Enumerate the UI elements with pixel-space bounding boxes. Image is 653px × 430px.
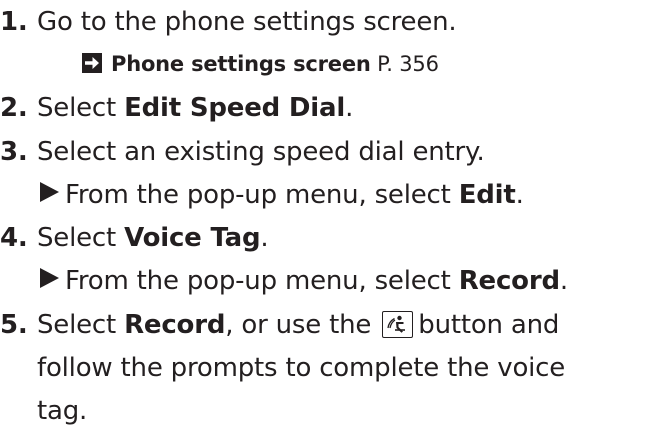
step-1: 1. Go to the phone settings screen. bbox=[0, 4, 457, 40]
step-4: 4. Select Voice Tag. bbox=[0, 220, 269, 256]
step-text-prefix: Select bbox=[37, 223, 125, 253]
reference-page: P. 356 bbox=[377, 52, 439, 76]
step-1-reference[interactable]: Phone settings screen P. 356 bbox=[82, 46, 439, 82]
reference-title[interactable]: Phone settings screen bbox=[111, 52, 371, 76]
step-text-middle: , or use the bbox=[225, 310, 372, 340]
step-number: 2. bbox=[0, 93, 28, 123]
substep-prefix: From the pop-up menu, select bbox=[65, 180, 459, 210]
step-5-line-2: follow the prompts to complete the voice bbox=[37, 353, 566, 383]
step-number: 5. bbox=[0, 310, 28, 340]
substep-menu-item: Record bbox=[458, 266, 560, 296]
substep-menu-item: Edit bbox=[458, 180, 516, 210]
step-text-suffix: . bbox=[260, 223, 269, 253]
step-text-prefix: Select bbox=[37, 93, 125, 123]
step-3-substep: From the pop-up menu, select Edit. bbox=[37, 177, 524, 213]
substep-prefix: From the pop-up menu, select bbox=[65, 266, 459, 296]
step-text-prefix: Select bbox=[37, 310, 125, 340]
step-menu-item: Edit Speed Dial bbox=[124, 93, 346, 123]
step-5: 5. Select Record, or use the button and bbox=[0, 307, 559, 343]
step-2: 2. Select Edit Speed Dial. bbox=[0, 90, 353, 126]
arrow-right-boxed-icon bbox=[82, 53, 102, 73]
step-number: 4. bbox=[0, 223, 28, 253]
step-text-suffix: button and bbox=[418, 310, 560, 340]
step-text-suffix: . bbox=[345, 93, 354, 123]
talk-button-icon bbox=[382, 311, 414, 338]
step-3: 3. Select an existing speed dial entry. bbox=[0, 134, 485, 170]
substep-suffix: . bbox=[559, 266, 568, 296]
triangle-bullet-icon bbox=[40, 182, 59, 202]
instruction-list: 1. Go to the phone settings screen. Phone… bbox=[0, 0, 653, 430]
step-text: Select an existing speed dial entry. bbox=[37, 137, 485, 167]
step-5-line-3: tag. bbox=[37, 396, 88, 426]
triangle-bullet-icon bbox=[40, 268, 59, 288]
substep-suffix: . bbox=[515, 180, 524, 210]
step-text: Go to the phone settings screen. bbox=[37, 7, 457, 37]
step-menu-item: Voice Tag bbox=[124, 223, 261, 253]
step-number: 1. bbox=[0, 7, 28, 37]
step-4-substep: From the pop-up menu, select Record. bbox=[37, 263, 568, 299]
step-menu-item: Record bbox=[124, 310, 226, 340]
step-number: 3. bbox=[0, 137, 28, 167]
